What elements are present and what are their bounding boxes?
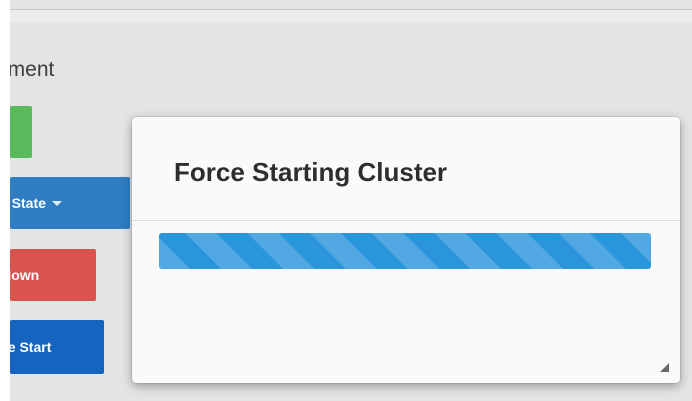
change-state-label: e State xyxy=(10,195,46,211)
resize-grip-icon[interactable] xyxy=(660,363,669,372)
modal-title: Force Starting Cluster xyxy=(174,157,448,187)
caret-down-icon xyxy=(51,200,62,206)
top-panel-border xyxy=(10,9,692,22)
force-start-button[interactable]: ce Start xyxy=(10,320,104,374)
shutdown-button[interactable]: tdown xyxy=(10,249,96,301)
force-start-label: ce Start xyxy=(10,339,52,355)
force-start-modal: Force Starting Cluster xyxy=(132,117,680,383)
shutdown-label: tdown xyxy=(10,267,40,283)
modal-divider xyxy=(132,220,680,221)
change-state-dropdown-button[interactable]: e State xyxy=(10,177,130,229)
page-heading: pment xyxy=(10,58,55,81)
progress-bar-fill xyxy=(159,233,651,269)
start-button[interactable] xyxy=(10,106,32,158)
progress-bar xyxy=(159,233,651,269)
cluster-page: pment e State tdown ce Start Force Start… xyxy=(10,0,692,401)
